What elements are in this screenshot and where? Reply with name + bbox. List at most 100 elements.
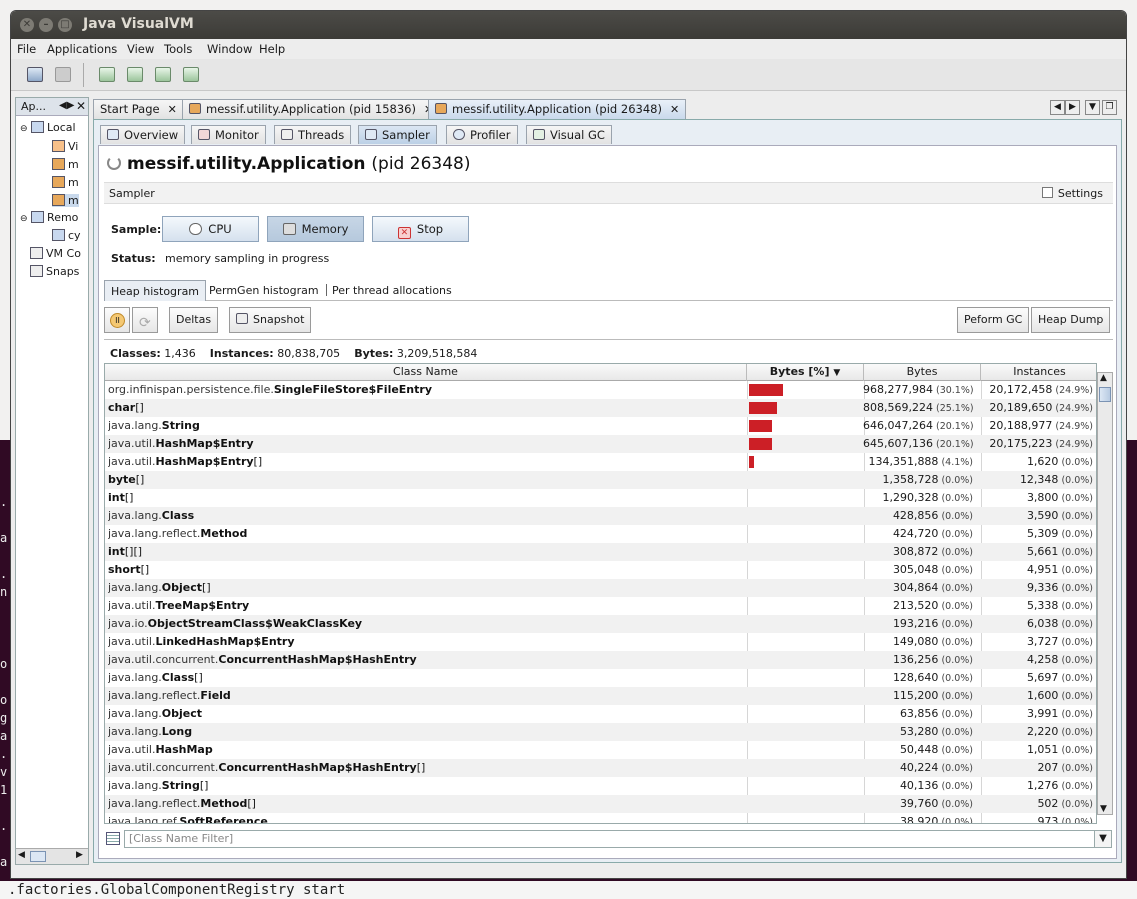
table-row[interactable]: org.infinispan.persistence.file.SingleFi… [105,381,1096,399]
class-name-cell: java.lang.reflect.Method[] [108,797,256,810]
table-row[interactable]: java.io.ObjectStreamClass$WeakClassKey 19… [105,615,1096,633]
tree-node-remote[interactable]: ⊖ Remo [20,211,78,224]
tab-threads[interactable]: Threads [274,125,352,144]
tab-permgen-histogram[interactable]: PermGen histogram [203,280,325,301]
table-row[interactable]: java.util.HashMap$Entry[] 134,351,888 (4.1… [105,453,1096,471]
table-vscrollbar[interactable]: ▲ ▼ [1097,372,1113,815]
table-row[interactable]: java.lang.ref.SoftReference 38,920 (0.0%) 9… [105,813,1096,823]
tab-list-dropdown-icon[interactable]: ▼ [1085,100,1100,115]
table-row[interactable]: java.util.LinkedHashMap$Entry 149,080 (0.0… [105,633,1096,651]
restore-window-icon[interactable]: ❐ [1102,100,1117,115]
tab-sampler[interactable]: Sampler [358,125,437,144]
tree-node-app-1[interactable]: m [52,158,79,171]
stop-button[interactable]: ✕ Stop [372,216,469,242]
scroll-down-icon[interactable]: ▼ [1100,804,1107,814]
scroll-thumb[interactable] [30,851,46,862]
close-tab-icon[interactable]: ✕ [168,103,177,116]
table-row[interactable]: byte[] 1,358,728 (0.0%) 12,348 (0.0%) [105,471,1096,489]
cpu-sample-button[interactable]: CPU [162,216,259,242]
heap-dump-button[interactable]: Heap Dump [1031,307,1111,333]
bytes-cell: 968,277,984 (30.1%) [863,383,974,396]
tree-node-local[interactable]: ⊖ Local [20,121,76,134]
table-row[interactable]: java.lang.reflect.Method[] 39,760 (0.0%) 50… [105,795,1096,813]
table-row[interactable]: java.lang.Class[] 128,640 (0.0%) 5,697 (0.0%… [105,669,1096,687]
add-remote-host-icon[interactable] [127,67,143,82]
table-row[interactable]: int[] 1,290,328 (0.0%) 3,800 (0.0%) [105,489,1096,507]
menu-window[interactable]: Window [207,42,252,56]
column-instances[interactable]: Instances [981,364,1096,381]
table-row[interactable]: java.lang.Object[] 304,864 (0.0%) 9,336 (0.0… [105,579,1096,597]
tab-start-page[interactable]: Start Page ✕ [93,99,184,119]
table-row[interactable]: int[][] 308,872 (0.0%) 5,661 (0.0%) [105,543,1096,561]
checkbox-icon[interactable] [1041,187,1053,198]
table-row[interactable]: java.util.concurrent.ConcurrentHashMap$H… [105,759,1096,777]
table-row[interactable]: java.lang.Long 53,280 (0.0%) 2,220 (0.0%) [105,723,1096,741]
memory-sample-button[interactable]: Memory [267,216,364,242]
tab-app-26348[interactable]: messif.utility.Application (pid 26348) ✕ [428,99,687,119]
table-row[interactable]: java.util.HashMap$Entry 645,607,136 (20.1%… [105,435,1096,453]
bytes-cell: 424,720 (0.0%) [892,527,973,540]
add-snapshot-icon[interactable] [183,67,199,82]
scroll-tabs-right-icon[interactable]: ▶ [1065,100,1080,115]
menu-view[interactable]: View [127,42,154,56]
settings-checkbox[interactable]: Settings [1041,187,1103,200]
perform-gc-button[interactable]: Peform GC [957,307,1030,333]
applications-tab-label[interactable]: Ap... [21,100,46,113]
tree-node-app-3[interactable]: m [52,194,79,207]
heap-histogram-table: Class Name Bytes [%] ▼ Bytes Instances o… [104,363,1097,824]
menu-help[interactable]: Help [259,42,285,56]
maximize-window-icon[interactable]: □ [58,18,72,32]
scroll-tabs-left-icon[interactable]: ◀ [1050,100,1065,115]
menu-file[interactable]: File [17,42,36,56]
visualvm-icon [52,140,65,152]
table-row[interactable]: java.lang.Object 63,856 (0.0%) 3,991 (0.0%) [105,705,1096,723]
scroll-thumb[interactable] [1099,387,1111,402]
tab-app-15836[interactable]: messif.utility.Application (pid 15836)✕ [182,99,441,119]
close-panel-icon[interactable]: ✕ [76,99,86,113]
table-row[interactable]: java.lang.reflect.Method 424,720 (0.0%) 5,3… [105,525,1096,543]
load-icon[interactable] [27,67,43,82]
column-bytes-pct[interactable]: Bytes [%] ▼ [747,364,864,381]
table-row[interactable]: char[] 808,569,224 (25.1%) 20,189,650 (24.9%… [105,399,1096,417]
pause-button[interactable]: II [104,307,130,333]
column-bytes[interactable]: Bytes [864,364,981,381]
filter-dropdown-icon[interactable]: ▼ [1094,830,1112,848]
tree-node-snapshots[interactable]: Snaps [30,265,79,278]
applications-panel-hscrollbar[interactable]: ◀ ▶ [16,848,88,864]
scroll-up-icon[interactable]: ▲ [1100,373,1107,383]
tree-node-vm-coredumps[interactable]: VM Co [30,247,81,260]
close-tab-icon[interactable]: ✕ [670,103,679,116]
tab-per-thread-allocations[interactable]: Per thread allocations [326,280,458,301]
snapshot-button[interactable]: Snapshot [229,307,312,333]
filter-icon[interactable] [106,832,120,845]
table-row[interactable]: java.util.concurrent.ConcurrentHashMap$H… [105,651,1096,669]
tab-monitor[interactable]: Monitor [191,125,266,144]
close-window-icon[interactable]: ✕ [20,18,34,32]
add-jmx-connection-icon[interactable] [99,67,115,82]
tab-profiler[interactable]: Profiler [446,125,518,144]
tab-visual-gc[interactable]: Visual GC [526,125,612,144]
tab-overview[interactable]: Overview [100,125,186,144]
minimize-panel-icon[interactable]: ◀▶ [59,100,74,111]
refresh-button[interactable]: ⟳ [132,307,158,333]
tree-node-remote-host[interactable]: cy [52,229,81,242]
tree-node-app-2[interactable]: m [52,176,79,189]
instances-cell: 9,336 (0.0%) [1026,581,1093,594]
table-row[interactable]: short[] 305,048 (0.0%) 4,951 (0.0%) [105,561,1096,579]
table-row[interactable]: java.util.HashMap 50,448 (0.0%) 1,051 (0.0%) [105,741,1096,759]
deltas-button[interactable]: Deltas [169,307,219,333]
table-row[interactable]: java.lang.Class 428,856 (0.0%) 3,590 (0.0%) [105,507,1096,525]
column-class-name[interactable]: Class Name [105,364,747,381]
class-name-filter-input[interactable]: [Class Name Filter] [124,830,1095,848]
tab-heap-histogram[interactable]: Heap histogram [104,280,207,301]
table-row[interactable]: java.util.TreeMap$Entry 213,520 (0.0%) 5,33… [105,597,1096,615]
menu-tools[interactable]: Tools [164,42,192,56]
add-vm-coredump-icon[interactable] [155,67,171,82]
table-row[interactable]: java.lang.String 646,047,264 (20.1%) 20,188… [105,417,1096,435]
save-icon[interactable] [55,67,71,82]
tree-node-visualvm[interactable]: Vi [52,140,78,153]
minimize-window-icon[interactable]: – [39,18,53,32]
table-row[interactable]: java.lang.String[] 40,136 (0.0%) 1,276 (0.0%… [105,777,1096,795]
menu-applications[interactable]: Applications [47,42,117,56]
table-row[interactable]: java.lang.reflect.Field 115,200 (0.0%) 1,60… [105,687,1096,705]
